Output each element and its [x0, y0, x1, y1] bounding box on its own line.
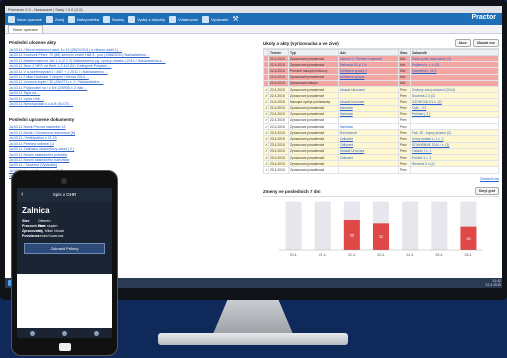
- tasks-show-all-button[interactable]: Ukazat vse: [472, 39, 499, 47]
- monitor-stand-base: [158, 333, 348, 345]
- phone-screen: ‹ Spis v OHR Zalnica Stav Otevren Pracovni…: [17, 188, 112, 338]
- phone-camera: [61, 178, 67, 184]
- taskbar-clock: 11:42 22.4.2015: [485, 279, 501, 287]
- phone-bottom-nav: [17, 328, 112, 338]
- tools-icon: ⚒: [232, 16, 239, 23]
- nav-list-icon[interactable]: [61, 330, 67, 336]
- phone-home-button[interactable]: [59, 343, 71, 351]
- window-title: Premium 2.0 - Nastaveni | Sady I 2.0 (2.…: [8, 7, 83, 12]
- recent-acts-list: Ja:03.11 / Bezni evidencni dal/e 1o 19 (…: [9, 48, 249, 107]
- chart-tick-label: 23.4.: [377, 253, 385, 257]
- chart-panel: Zmeny ve poslednich 7 dni Skryt graf 20.…: [263, 186, 499, 271]
- phone-header-title: Spis v OHR: [52, 192, 77, 197]
- task-type: Zpracovani poradenstvi: [288, 166, 339, 174]
- task-customer[interactable]: [410, 166, 499, 174]
- back-arrow-icon[interactable]: ‹: [21, 188, 23, 202]
- phone-field: PovolanecLenka Kucerova: [22, 234, 107, 239]
- tasks-buttons: Akce Ukazat vse: [454, 39, 499, 47]
- chart-tick-label: 22.4.: [348, 253, 356, 257]
- phone-detail: Zalnica Stav Otevren Pracovni stavPrvni st…: [17, 202, 112, 274]
- chart-bar-base: [285, 201, 302, 250]
- menu-new-operation[interactable]: Nove operace: [8, 15, 42, 23]
- nav-settings-icon[interactable]: [93, 330, 99, 336]
- menu-media[interactable]: Nosiny: [103, 15, 124, 23]
- menu-relations[interactable]: Vztahovani: [169, 15, 198, 23]
- chart-data-label: 28: [466, 236, 471, 241]
- chart-header: Zmeny ve poslednich 7 dni Skryt graf: [263, 186, 499, 197]
- phone-header: ‹ Spis v OHR: [17, 188, 112, 202]
- phone-field-value: Lenka Kucerova: [38, 234, 64, 238]
- task-date: 23.4.2015: [268, 166, 289, 174]
- menu-issue[interactable]: Vydej a doluzky: [128, 15, 165, 23]
- phone-field-value: Ing. Milan Novak: [38, 229, 65, 233]
- nav-home-icon[interactable]: [30, 330, 36, 336]
- brand-logo: Practor: [471, 14, 496, 21]
- window-titlebar: Premium 2.0 - Nastaveni | Sady I 2.0 (2.…: [5, 6, 502, 13]
- tasks-more-link[interactable]: Zobrazit vse: [263, 177, 499, 181]
- menu-tools[interactable]: ⚒: [232, 15, 238, 23]
- chart-tick-label: 20.4.: [290, 253, 298, 257]
- task-status: Prev: [398, 166, 411, 174]
- tasks-action-button[interactable]: Akce: [454, 39, 471, 47]
- main-menubar: Nove operace Zdroj Nabyvatelka Nosiny Vy…: [5, 13, 502, 25]
- monitor-stand-neck: [213, 300, 293, 334]
- menu-buyer[interactable]: Nabyvatelka: [68, 15, 99, 23]
- chart-title: Zmeny ve poslednich 7 dni: [263, 188, 321, 194]
- phone-content-area: [17, 274, 112, 336]
- phone-field-list: Stav Otevren Pracovni stavPrvni stupen Zpra…: [22, 219, 107, 239]
- chart-toggle-button[interactable]: Skryt graf: [474, 187, 499, 195]
- media-icon: [103, 15, 111, 23]
- tasks-table: Termin Typ Akt Stav Zakaznik 22.4.2015 Zp…: [263, 49, 499, 174]
- phone-attachments-button[interactable]: Zobrazit Prilohy: [24, 243, 105, 254]
- issue-icon: [128, 15, 136, 23]
- tab-bar: Nove operace: [5, 25, 502, 34]
- new-icon: [8, 15, 15, 23]
- chart-data-label: 32: [379, 234, 384, 239]
- users-icon: [68, 15, 76, 23]
- relations-icon: [169, 15, 177, 23]
- recent-acts-title: Posledni ulozene akty: [9, 40, 57, 45]
- task-act[interactable]: [338, 166, 399, 174]
- tasks-title: Ukoly a akty (vyrizovacka a ve zive): [263, 40, 339, 46]
- chart-tick-label: 26.4.: [465, 253, 473, 257]
- menu-source[interactable]: Zdroj: [45, 15, 64, 23]
- phone-field-value: Otevren: [38, 219, 51, 223]
- recent-link[interactable]: Ja:03.11 Nevstupowai k.c.A.B (SLOT) ...: [9, 102, 249, 107]
- tasks-header: Ukoly a akty (vyrizovacka a ve zive) Akc…: [263, 38, 499, 49]
- source-icon: [45, 15, 53, 23]
- chart-bar-base: [431, 201, 448, 250]
- tab-new-operation[interactable]: Nove operace: [8, 25, 43, 33]
- publisher-icon: [201, 15, 209, 23]
- chart-tick-label: 25.4.: [435, 253, 443, 257]
- smartphone: ‹ Spis v OHR Zalnica Stav Otevren Pracovni…: [11, 170, 118, 356]
- chart-bar-base: [314, 201, 331, 250]
- changes-bar-chart: 20.4. 21.4. 36 22.4. 32 23.4. 24.4. 25.4. 28 26.4…: [279, 201, 483, 257]
- menu-publisher[interactable]: Vydavatel: [201, 15, 228, 23]
- chart-data-label: 36: [350, 233, 355, 238]
- chart-tick-label: 21.4.: [319, 253, 327, 257]
- phone-field-label: Povolanec: [22, 234, 40, 238]
- recent-docs-title: Posledni upravene dokumenty: [9, 117, 75, 123]
- chart-bar-base: [402, 201, 419, 250]
- phone-field-value: Prvni stupen: [38, 224, 58, 228]
- phone-title: Zalnica: [22, 206, 50, 215]
- table-row[interactable]: ✓ 23.4.2015 Zpracovani poradenstvi Prev: [263, 166, 499, 174]
- chart-tick-label: 24.4.: [406, 253, 414, 257]
